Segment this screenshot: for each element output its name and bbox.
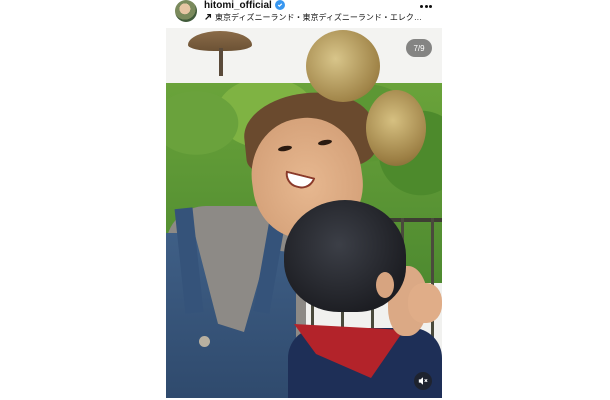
verified-badge-icon: [274, 0, 285, 10]
mute-icon[interactable]: [414, 372, 432, 390]
overall-button: [199, 336, 210, 347]
post-photo[interactable]: 7/9: [166, 28, 442, 398]
boy-ear: [376, 272, 394, 298]
more-options-icon[interactable]: [420, 2, 432, 10]
lamp-pole: [219, 48, 223, 76]
username[interactable]: hitomi_official: [204, 0, 272, 11]
sequin-ear-right: [366, 90, 426, 166]
slide-counter-text: 7/9: [413, 43, 425, 53]
boy-hand: [408, 283, 442, 323]
slide-counter: 7/9: [406, 39, 432, 57]
location-text[interactable]: 東京ディズニーランド・東京ディズニーランド・エレク…: [215, 12, 422, 23]
post-header: hitomi_official 東京ディズニーランド・東京ディズニーランド・エレ…: [166, 0, 442, 26]
avatar[interactable]: [175, 0, 197, 22]
username-row: hitomi_official: [204, 0, 285, 11]
location-arrow-icon: [204, 8, 212, 26]
sequin-ear-left: [306, 30, 380, 102]
location-row[interactable]: 東京ディズニーランド・東京ディズニーランド・エレク…: [204, 11, 422, 23]
